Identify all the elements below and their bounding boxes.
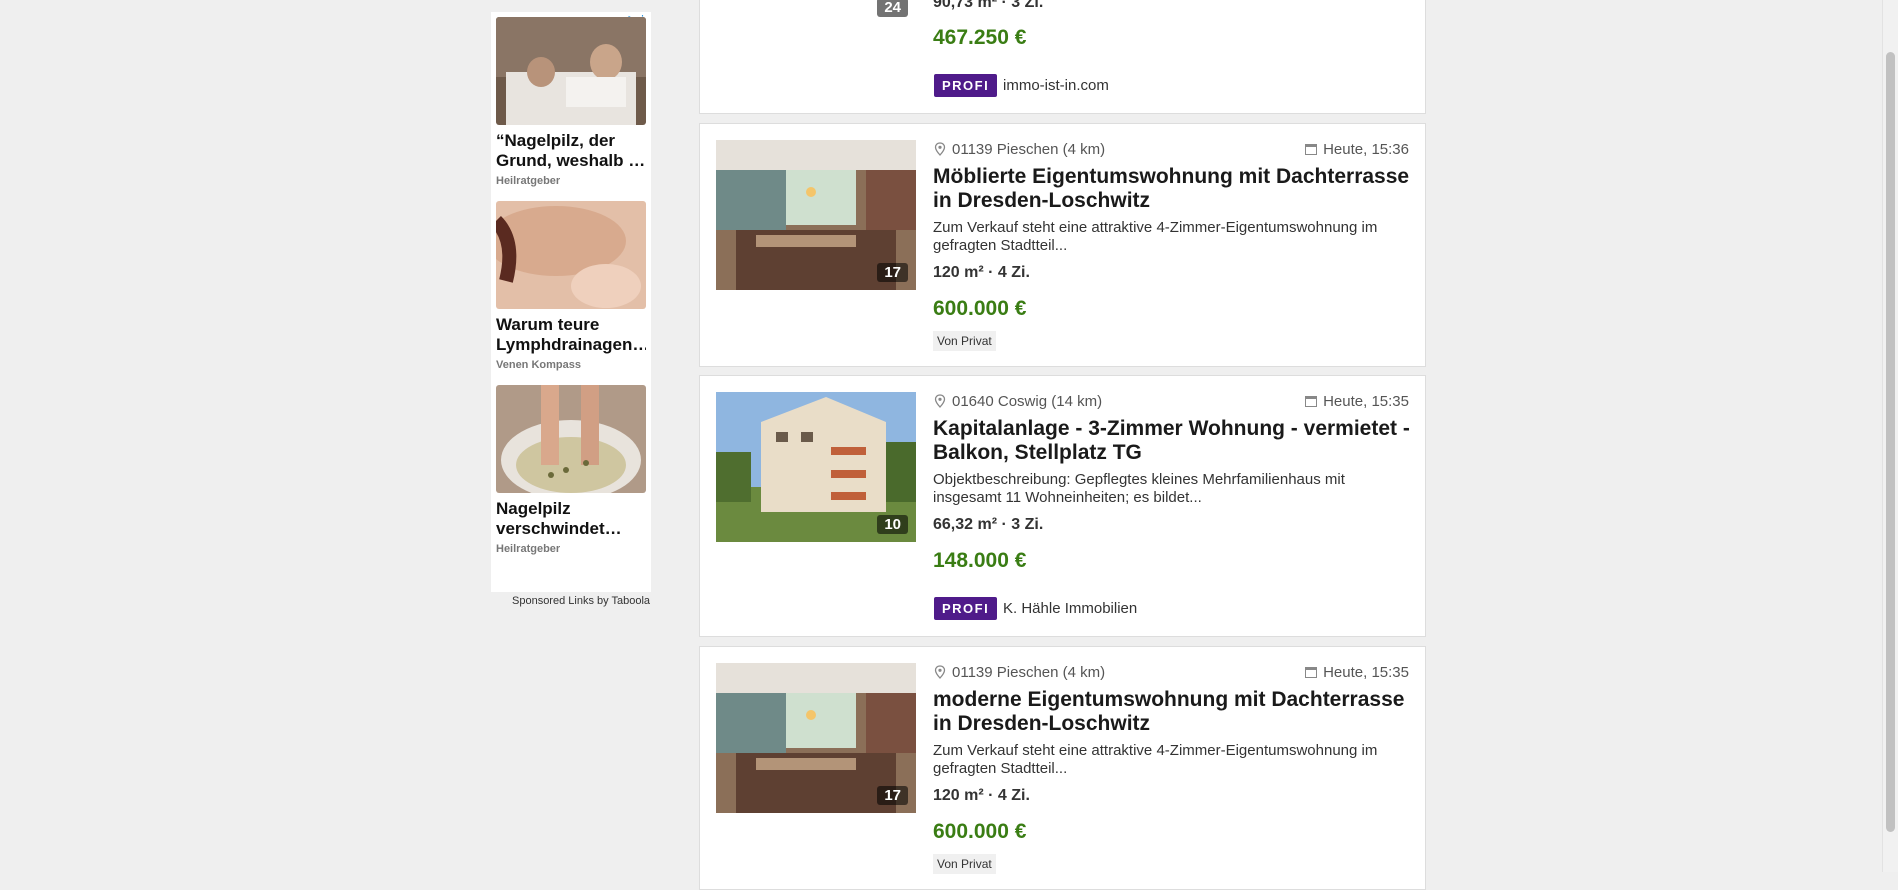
calendar-icon (1305, 144, 1318, 155)
listing-date: Heute, 15:36 (1305, 141, 1409, 158)
listing-card[interactable]: 24 90,73 m² · 3 Zi. 467.250 € PROFI immo… (699, 0, 1426, 114)
seller-name[interactable]: immo-ist-in.com (1003, 77, 1109, 94)
listing-card[interactable]: 10 01640 Coswig (14 km) Heute, 15:35 Kap… (699, 375, 1426, 637)
seller-type-badge: Von Privat (933, 331, 996, 351)
location-pin-icon (934, 665, 946, 679)
location-text: 01640 Coswig (14 km) (952, 393, 1103, 410)
ad-source: Venen Kompass (496, 359, 581, 371)
listing-image[interactable]: 10 (716, 392, 916, 542)
listing-card[interactable]: 17 01139 Pieschen (4 km) Heute, 15:36 Mö… (699, 123, 1426, 367)
sponsored-links-label[interactable]: Sponsored Links by Taboola (512, 595, 650, 607)
listing-price: 467.250 € (933, 26, 1027, 49)
image-count-badge: 17 (877, 786, 908, 805)
ad-image[interactable] (496, 385, 646, 493)
listing-date: Heute, 15:35 (1305, 664, 1409, 681)
location-pin-icon (934, 394, 946, 408)
ad-source: Heilratgeber (496, 175, 561, 187)
date-text: Heute, 15:35 (1323, 393, 1409, 410)
listing-description: Zum Verkauf steht eine attraktive 4-Zimm… (933, 742, 1378, 777)
ad-source: Heilratgeber (496, 543, 561, 555)
scrollbar-thumb[interactable] (1886, 52, 1895, 832)
listing-location: 01139 Pieschen (4 km) (933, 664, 1105, 681)
date-text: Heute, 15:35 (1323, 664, 1409, 681)
sponsored-ad-widget: ▷⋮ “Nagelpilz, der Grund, weshalb … Heil… (491, 12, 651, 592)
page-scrollbar[interactable] (1882, 0, 1898, 872)
profi-badge: PROFI (934, 597, 998, 620)
listing-area-rooms: 120 m² · 4 Zi. (933, 264, 1030, 281)
seller-name[interactable]: K. Hähle Immobilien (1003, 600, 1137, 617)
ad-item[interactable]: “Nagelpilz, der Grund, weshalb … Heilrat… (496, 17, 646, 187)
listing-image[interactable]: 24 (716, 0, 916, 19)
listing-area-rooms: 66,32 m² · 3 Zi. (933, 516, 1044, 533)
listing-area-rooms: 120 m² · 4 Zi. (933, 787, 1030, 804)
listing-image[interactable]: 17 (716, 663, 916, 813)
ad-title[interactable]: “Nagelpilz, der Grund, weshalb … (496, 131, 646, 171)
image-count-badge: 17 (877, 263, 908, 282)
image-count-badge: 10 (877, 515, 908, 534)
image-count-badge: 24 (877, 0, 908, 17)
date-text: Heute, 15:36 (1323, 141, 1409, 158)
listing-location: 01640 Coswig (14 km) (933, 393, 1102, 410)
seller-type-badge: Von Privat (933, 854, 996, 874)
ad-item[interactable]: Nagelpilz verschwindet… Heilratgeber (496, 385, 646, 555)
ad-title[interactable]: Warum teure Lymphdrainagen… (496, 315, 646, 355)
listing-title[interactable]: Kapitalanlage - 3-Zimmer Wohnung - vermi… (933, 417, 1413, 465)
location-text: 01139 Pieschen (4 km) (952, 141, 1106, 158)
listing-title[interactable]: moderne Eigentumswohnung mit Dachterrass… (933, 688, 1413, 736)
profi-badge: PROFI (934, 74, 998, 97)
listing-description: Zum Verkauf steht eine attraktive 4-Zimm… (933, 219, 1378, 254)
ad-image[interactable] (496, 201, 646, 309)
listing-image[interactable]: 17 (716, 140, 916, 290)
calendar-icon (1305, 396, 1318, 407)
listing-description: Objektbeschreibung: Gepflegtes kleines M… (933, 471, 1345, 506)
ad-item[interactable]: Warum teure Lymphdrainagen… Venen Kompas… (496, 201, 646, 371)
location-text: 01139 Pieschen (4 km) (952, 664, 1106, 681)
location-pin-icon (934, 142, 946, 156)
listing-location: 01139 Pieschen (4 km) (933, 141, 1105, 158)
listing-price: 600.000 € (933, 820, 1027, 843)
listing-price: 148.000 € (933, 549, 1027, 572)
ad-image[interactable] (496, 17, 646, 125)
calendar-icon (1305, 667, 1318, 678)
listing-price: 600.000 € (933, 297, 1027, 320)
listing-area-rooms: 90,73 m² · 3 Zi. (933, 0, 1044, 11)
ad-title[interactable]: Nagelpilz verschwindet… (496, 499, 646, 539)
listing-date: Heute, 15:35 (1305, 393, 1409, 410)
listing-title[interactable]: Möblierte Eigentumswohnung mit Dachterra… (933, 165, 1413, 213)
listing-card[interactable]: 17 01139 Pieschen (4 km) Heute, 15:35 mo… (699, 646, 1426, 890)
